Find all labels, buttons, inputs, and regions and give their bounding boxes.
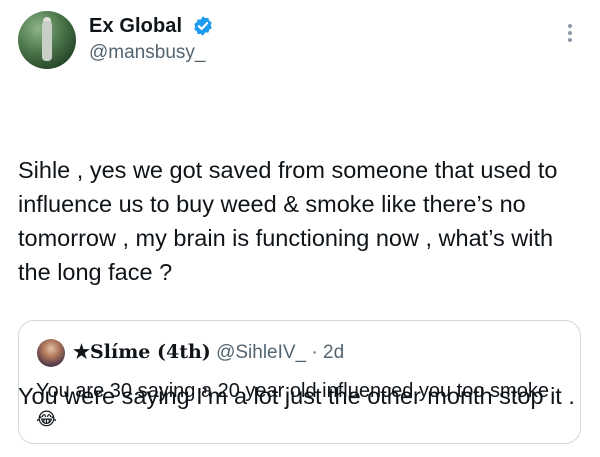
- avatar-figure-body: [42, 21, 52, 61]
- quoted-author-avatar[interactable]: [37, 339, 65, 367]
- quoted-tweet[interactable]: ★Slíme (4th) @SihleIV_ · 2d You are 30 s…: [18, 320, 581, 444]
- author-avatar[interactable]: [18, 11, 76, 69]
- laughing-emoji-icon: 😂: [36, 409, 58, 429]
- author-display-name[interactable]: Ex Global: [89, 15, 182, 38]
- more-options-icon[interactable]: [567, 24, 573, 46]
- more-dot-icon: [568, 31, 572, 35]
- more-dot-icon: [568, 38, 572, 42]
- verified-badge-icon: [194, 16, 212, 36]
- more-dot-icon: [568, 24, 572, 28]
- quoted-tweet-text: You are 30 saying a 20 year old influenc…: [36, 377, 556, 433]
- quoted-author-handle[interactable]: @SihleIV_: [216, 342, 306, 363]
- quoted-tweet-header: ★Slíme (4th) @SihleIV_ · 2d: [73, 341, 344, 364]
- tweet-paragraph-1: Sihle , yes we got saved from someone th…: [18, 157, 565, 285]
- author-handle[interactable]: @mansbusy_: [89, 42, 205, 64]
- quoted-author-name[interactable]: ★Slíme (4th): [73, 341, 211, 363]
- separator-dot: ·: [311, 342, 318, 363]
- quoted-tweet-time[interactable]: 2d: [323, 342, 344, 363]
- quoted-tweet-body: You are 30 saying a 20 year old influenc…: [36, 380, 549, 402]
